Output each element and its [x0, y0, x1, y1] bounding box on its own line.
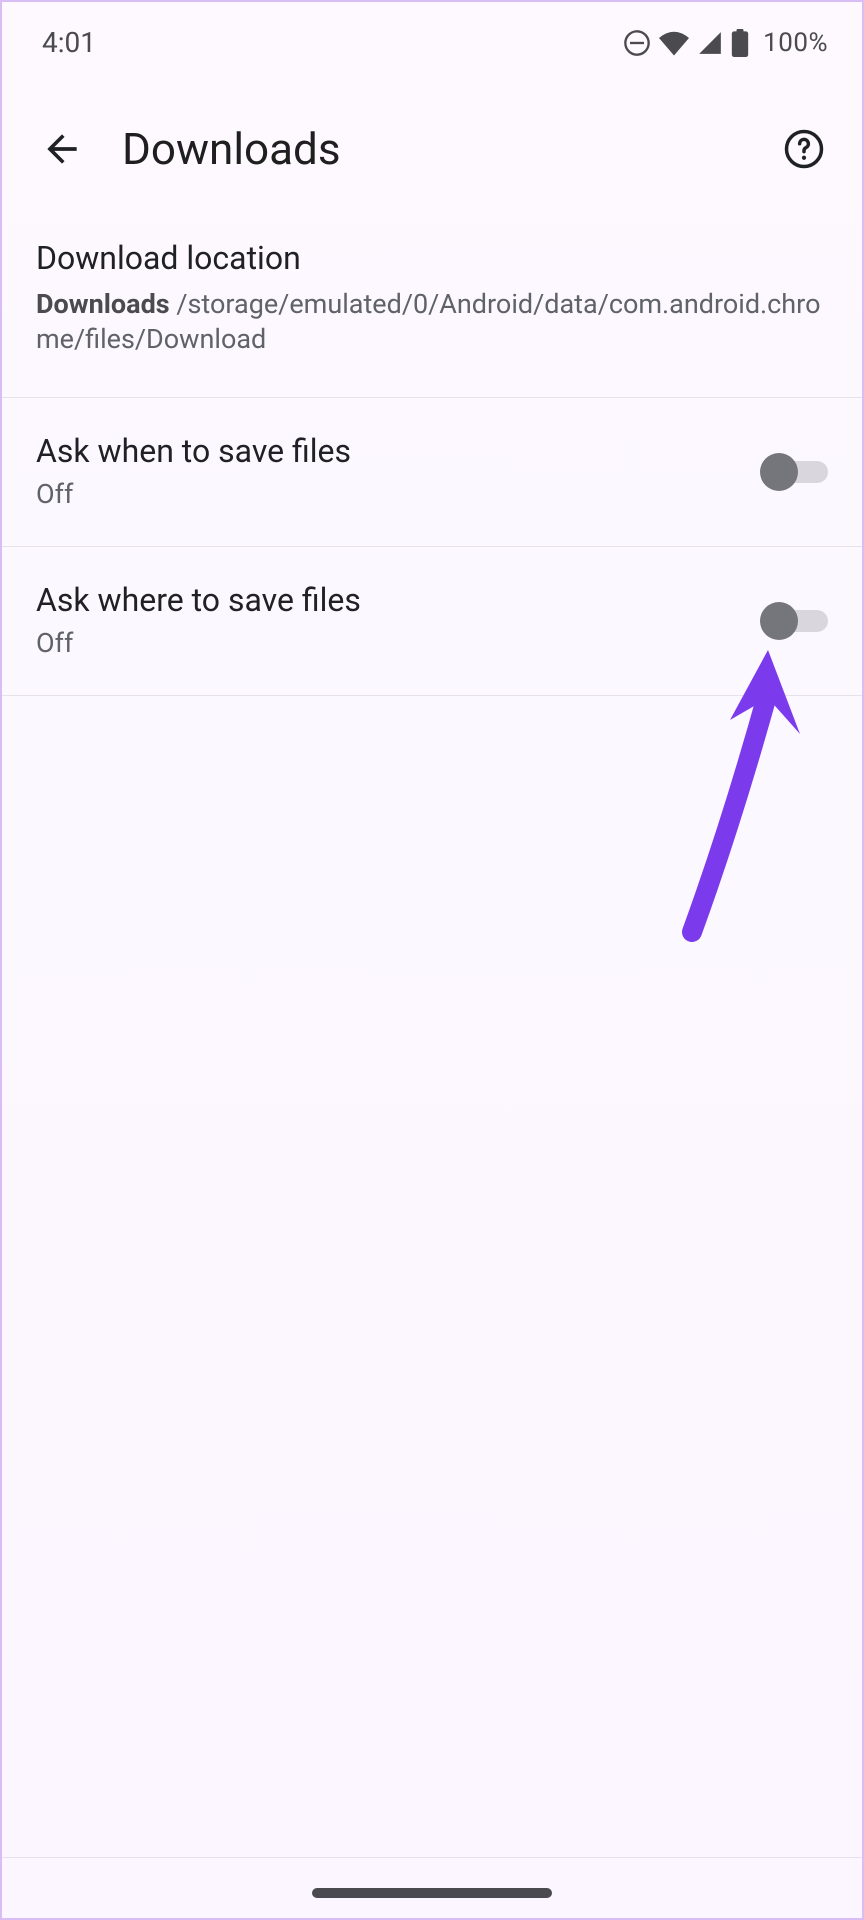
- page-title: Downloads: [122, 123, 776, 175]
- download-location-folder: Downloads: [36, 288, 170, 320]
- ask-where-title: Ask where to save files: [36, 581, 760, 619]
- app-bar: Downloads: [2, 77, 862, 227]
- back-button[interactable]: [28, 115, 96, 183]
- wifi-icon: [659, 30, 689, 56]
- arrow-back-icon: [40, 127, 84, 171]
- help-button[interactable]: [776, 121, 832, 177]
- help-icon: [783, 128, 825, 170]
- dnd-icon: [623, 29, 651, 57]
- nav-handle[interactable]: [312, 1888, 552, 1898]
- download-location-label: Download location: [36, 239, 828, 277]
- status-bar: 4:01 100%: [2, 2, 862, 77]
- ask-where-toggle[interactable]: [760, 600, 828, 640]
- ask-when-row[interactable]: Ask when to save files Off: [2, 398, 862, 546]
- cell-signal-icon: [697, 30, 723, 56]
- divider: [2, 1857, 862, 1858]
- clock-text: 4:01: [42, 26, 96, 59]
- ask-when-status: Off: [36, 478, 760, 510]
- battery-icon: [731, 29, 749, 57]
- battery-text: 100%: [763, 28, 828, 58]
- download-location-path: Downloads /storage/emulated/0/Android/da…: [36, 287, 828, 357]
- status-icons: 100%: [623, 28, 828, 58]
- ask-when-title: Ask when to save files: [36, 432, 760, 470]
- ask-when-toggle[interactable]: [760, 451, 828, 491]
- ask-where-status: Off: [36, 627, 760, 659]
- download-location-row[interactable]: Download location Downloads /storage/emu…: [2, 227, 862, 397]
- ask-where-row[interactable]: Ask where to save files Off: [2, 547, 862, 695]
- divider: [2, 695, 862, 696]
